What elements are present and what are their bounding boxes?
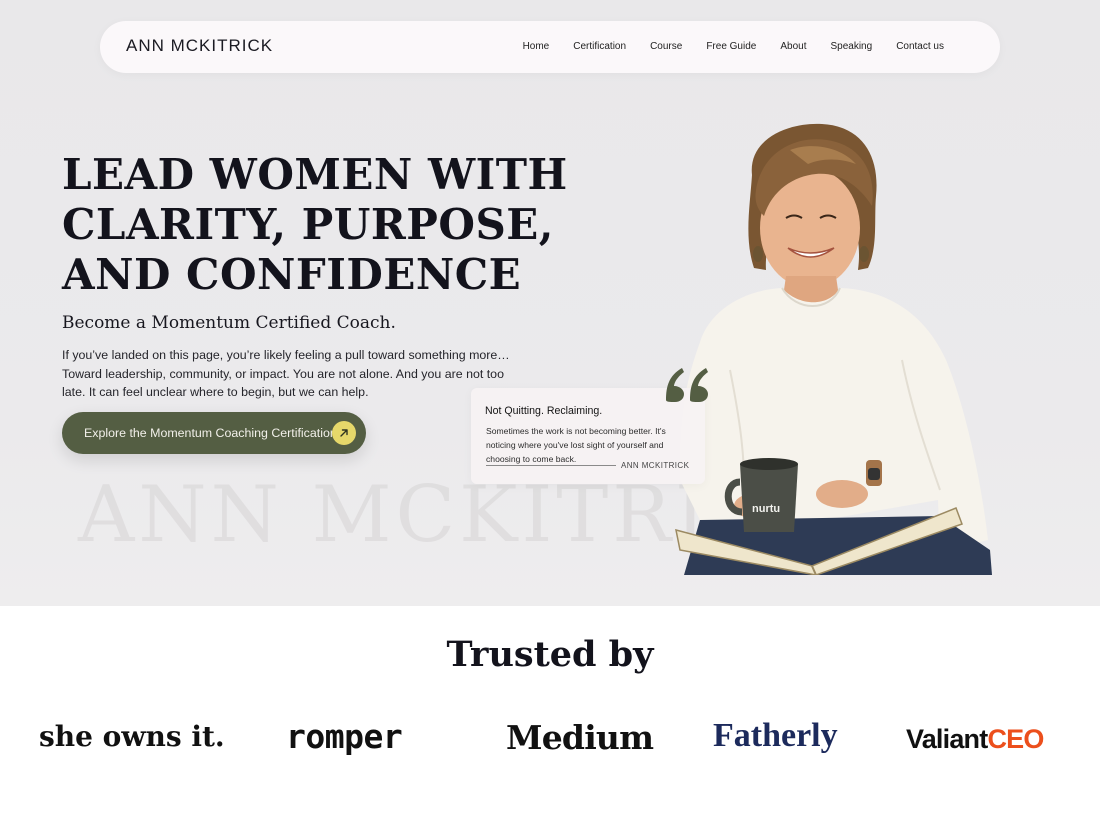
arrow-up-right-icon [332, 421, 356, 445]
headline-line-3: AND CONFIDENCE [62, 250, 522, 299]
hero-headline: LEAD WOMEN WITH CLARITY, PURPOSE, AND CO… [62, 150, 582, 300]
explore-certification-button[interactable]: Explore the Momentum Coaching Certificat… [62, 412, 366, 454]
quote-mark-icon [666, 368, 708, 402]
nav-link-home[interactable]: Home [523, 41, 550, 52]
cta-label: Explore the Momentum Coaching Certificat… [84, 426, 337, 440]
logo-ceo-part: CEO [987, 724, 1044, 754]
nav-link-certification[interactable]: Certification [573, 41, 626, 52]
top-navbar: ANN MCKITRICK Home Certification Course … [100, 21, 1000, 73]
quote-title: Not Quitting. Reclaiming. [485, 405, 603, 417]
trusted-by-section: Trusted by she owns it. romper Medium Fa… [0, 606, 1100, 825]
logo-valiant-part: Valiant [906, 724, 988, 754]
nav-link-free-guide[interactable]: Free Guide [706, 41, 756, 52]
logo-she-owns-it: she owns it. [39, 720, 225, 753]
nav-links: Home Certification Course Free Guide Abo… [499, 41, 944, 52]
coach-portrait: nurtu [675, 123, 992, 575]
hero-section: ANN MCKITRICK ANN MCKITRICK Home Certifi… [0, 0, 1100, 606]
mug-text: nurtu [752, 503, 780, 515]
nav-link-about[interactable]: About [780, 41, 806, 52]
headline-line-2: CLARITY, PURPOSE, [62, 200, 554, 249]
trusted-by-title: Trusted by [446, 634, 654, 675]
nav-link-course[interactable]: Course [650, 41, 682, 52]
logo-romper: romper [286, 717, 403, 756]
hero-subhead: Become a Momentum Certified Coach. [62, 313, 396, 333]
logo-valiant-ceo: ValiantCEO [906, 724, 1044, 755]
quote-divider [486, 465, 616, 466]
nav-link-speaking[interactable]: Speaking [830, 41, 872, 52]
quote-text: Sometimes the work is not becoming bette… [486, 426, 666, 464]
headline-line-1: LEAD WOMEN WITH [62, 150, 568, 199]
logo-medium: Medium [506, 718, 654, 757]
quote-author: ANN MCKITRICK [621, 461, 690, 470]
quote-card: Not Quitting. Reclaiming. Sometimes the … [471, 388, 705, 484]
site-logo[interactable]: ANN MCKITRICK [126, 36, 273, 56]
nav-link-contact[interactable]: Contact us [896, 41, 944, 52]
hero-body-copy: If you’ve landed on this page, you’re li… [62, 348, 510, 400]
logo-fatherly: Fatherly [713, 717, 838, 754]
